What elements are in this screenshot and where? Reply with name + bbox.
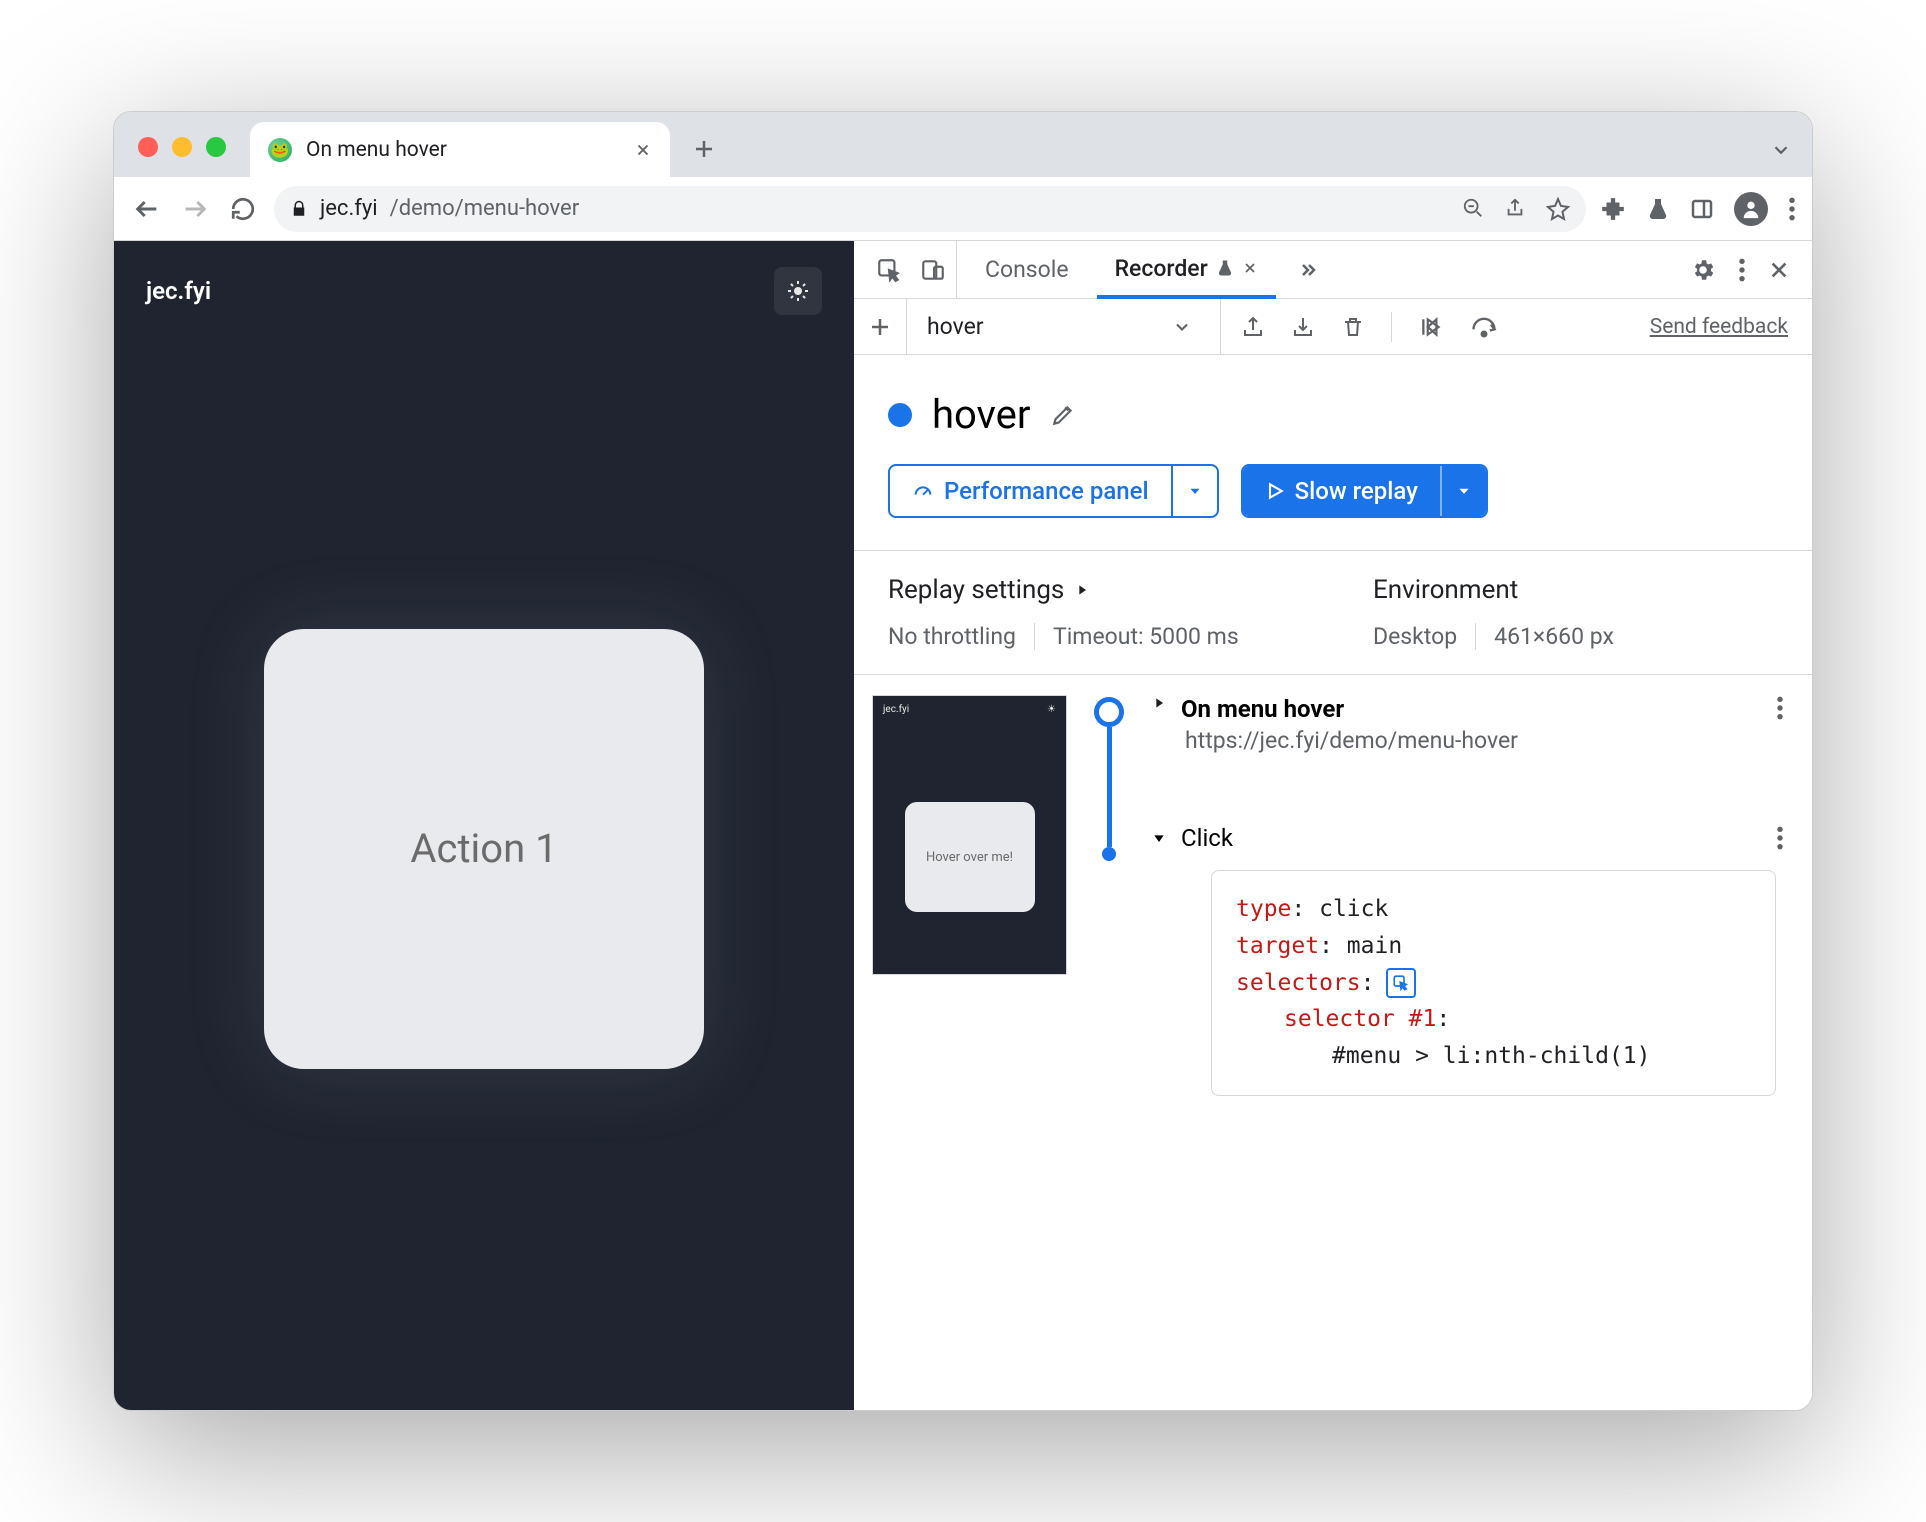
close-tab-icon[interactable]: [634, 141, 652, 159]
profile-avatar-icon[interactable]: [1734, 192, 1768, 226]
performance-panel-dropdown[interactable]: [1171, 466, 1217, 516]
slow-replay-button[interactable]: Slow replay: [1241, 464, 1488, 518]
caret-down-icon: [1151, 830, 1167, 846]
share-icon[interactable]: [1504, 197, 1526, 219]
timeout-value: Timeout: 5000 ms: [1053, 623, 1239, 650]
step-over-icon[interactable]: [1470, 313, 1498, 341]
devtools-menu-icon[interactable]: [1738, 257, 1746, 283]
panel-overflow-icon[interactable]: [1286, 258, 1330, 282]
new-tab-button[interactable]: [680, 125, 728, 173]
throttling-value: No throttling: [888, 623, 1016, 650]
environment-head: Environment: [1373, 575, 1778, 605]
close-window-icon[interactable]: [138, 137, 158, 157]
browser-menu-icon[interactable]: [1788, 196, 1796, 222]
browser-toolbar: jec.fyi/demo/menu-hover: [114, 177, 1812, 241]
close-panel-icon[interactable]: [1242, 260, 1258, 276]
maximize-window-icon[interactable]: [206, 137, 226, 157]
zoom-out-icon[interactable]: [1462, 197, 1484, 219]
tabs-overflow-icon[interactable]: [1770, 139, 1812, 177]
flask-icon: [1216, 259, 1234, 277]
caret-right-icon: [1151, 695, 1167, 711]
gear-icon[interactable]: [1690, 257, 1716, 283]
step-thumbnail[interactable]: jec.fyi ☀ Hover over me!: [872, 695, 1067, 975]
edit-name-icon[interactable]: [1050, 402, 1076, 428]
inspect-icon[interactable]: [876, 257, 902, 283]
devtools-panel: Console Recorder: [854, 241, 1812, 1410]
labs-icon[interactable]: [1646, 197, 1670, 221]
back-button[interactable]: [130, 192, 164, 226]
demo-card[interactable]: Action 1: [264, 629, 704, 1069]
card-text: Action 1: [410, 825, 557, 872]
step-url: https://jec.fyi/demo/menu-hover: [1185, 727, 1794, 754]
extensions-icon[interactable]: [1600, 196, 1626, 222]
tab-console[interactable]: Console: [967, 241, 1087, 298]
forward-button[interactable]: [178, 192, 212, 226]
tab-recorder[interactable]: Recorder: [1097, 242, 1276, 299]
play-icon: [1265, 481, 1285, 501]
traffic-lights: [114, 137, 250, 177]
pick-selector-icon[interactable]: [1386, 968, 1416, 998]
recording-select[interactable]: hover: [906, 299, 1206, 354]
close-devtools-icon[interactable]: [1768, 259, 1790, 281]
timeline: [1089, 695, 1129, 1096]
reload-button[interactable]: [226, 192, 260, 226]
slow-replay-dropdown[interactable]: [1440, 466, 1486, 516]
omnibox-path: /demo/menu-hover: [390, 196, 580, 221]
omnibox-host: jec.fyi: [320, 196, 378, 221]
address-bar[interactable]: jec.fyi/demo/menu-hover: [274, 186, 1586, 232]
sun-icon: [786, 279, 810, 303]
send-feedback-link[interactable]: Send feedback: [1650, 315, 1798, 339]
star-icon[interactable]: [1546, 197, 1570, 221]
thumb-card: Hover over me!: [905, 802, 1035, 912]
browser-tab[interactable]: 🐸 On menu hover: [250, 122, 670, 177]
step-into-icon[interactable]: [1418, 314, 1444, 340]
performance-panel-button[interactable]: Performance panel: [888, 464, 1219, 518]
favicon-icon: 🐸: [268, 138, 292, 162]
add-recording-icon[interactable]: [868, 315, 892, 339]
delete-icon[interactable]: [1341, 315, 1365, 339]
minimize-window-icon[interactable]: [172, 137, 192, 157]
device-toggle-icon[interactable]: [920, 257, 946, 283]
caret-right-icon: [1074, 582, 1090, 598]
browser-window: 🐸 On menu hover jec.fyi/demo/menu-hover: [113, 111, 1813, 1411]
titlebar: 🐸 On menu hover: [114, 112, 1812, 177]
side-panel-icon[interactable]: [1690, 197, 1714, 221]
lock-icon: [290, 200, 308, 218]
timeline-step-icon: [1102, 847, 1116, 861]
sun-icon: ☀: [1047, 704, 1056, 715]
step-code-block: type: click target: main selectors: sele…: [1211, 870, 1776, 1096]
step-menu-icon[interactable]: [1766, 695, 1794, 721]
replay-settings-toggle[interactable]: Replay settings: [888, 575, 1293, 605]
device-value: Desktop: [1373, 623, 1457, 650]
recording-status-dot-icon: [888, 403, 912, 427]
step-navigate[interactable]: On menu hover: [1151, 695, 1794, 723]
viewport-value: 461×660 px: [1494, 623, 1614, 650]
selector-value: #menu > li:nth-child(1): [1332, 1043, 1651, 1069]
timeline-start-icon: [1094, 697, 1124, 727]
web-page: jec.fyi Action 1: [114, 241, 854, 1410]
step-menu-icon[interactable]: [1766, 825, 1794, 851]
export-icon[interactable]: [1241, 315, 1265, 339]
gauge-icon: [912, 480, 934, 502]
site-brand[interactable]: jec.fyi: [146, 277, 211, 305]
flow-name: hover: [932, 391, 1030, 438]
step-click[interactable]: Click: [1151, 824, 1794, 852]
chevron-down-icon: [1172, 317, 1192, 337]
import-icon[interactable]: [1291, 315, 1315, 339]
theme-toggle-button[interactable]: [774, 267, 822, 315]
tab-title: On menu hover: [306, 138, 447, 162]
